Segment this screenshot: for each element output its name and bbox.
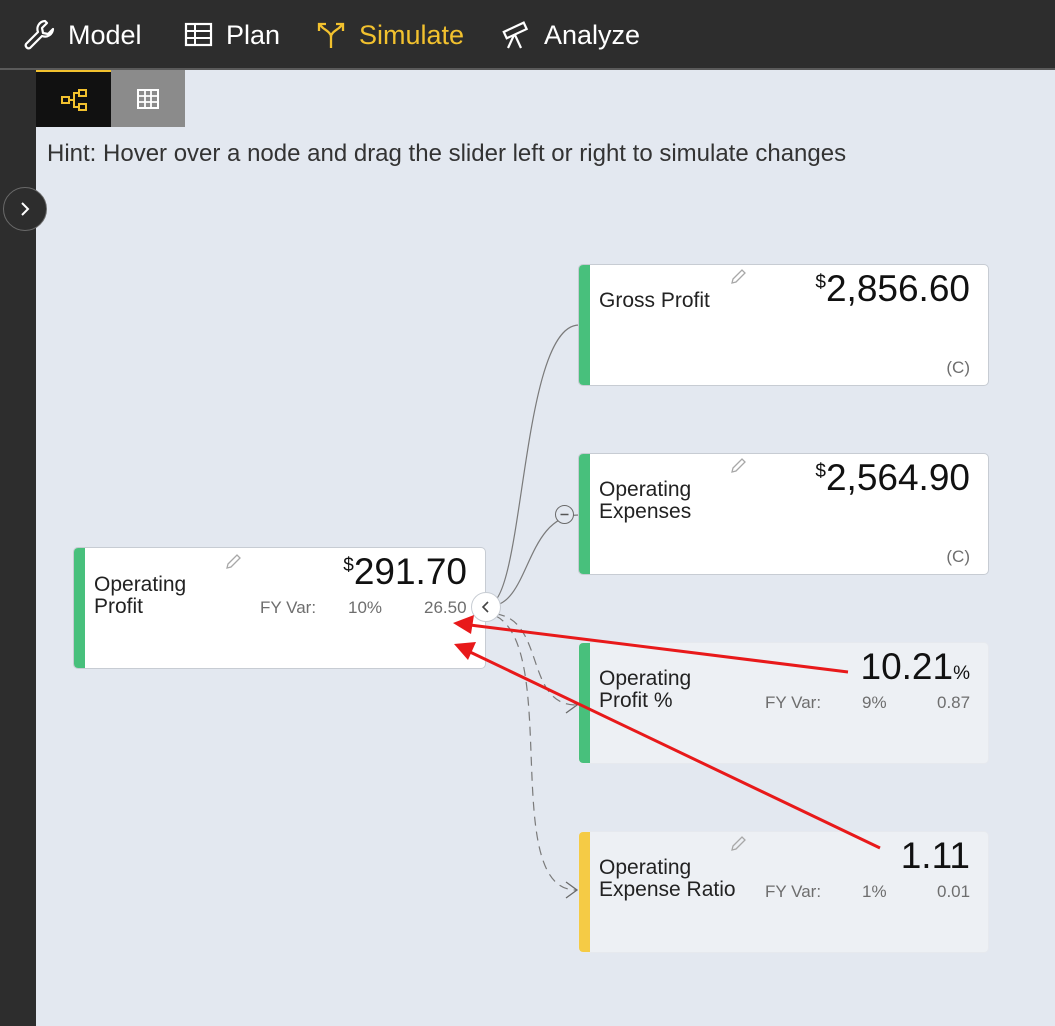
- annotation-arrows: [453, 615, 881, 850]
- arrowhead: [454, 642, 476, 660]
- annotation-arrow: [469, 650, 881, 850]
- arrowhead: [453, 615, 474, 634]
- annotation-arrow: [469, 623, 849, 674]
